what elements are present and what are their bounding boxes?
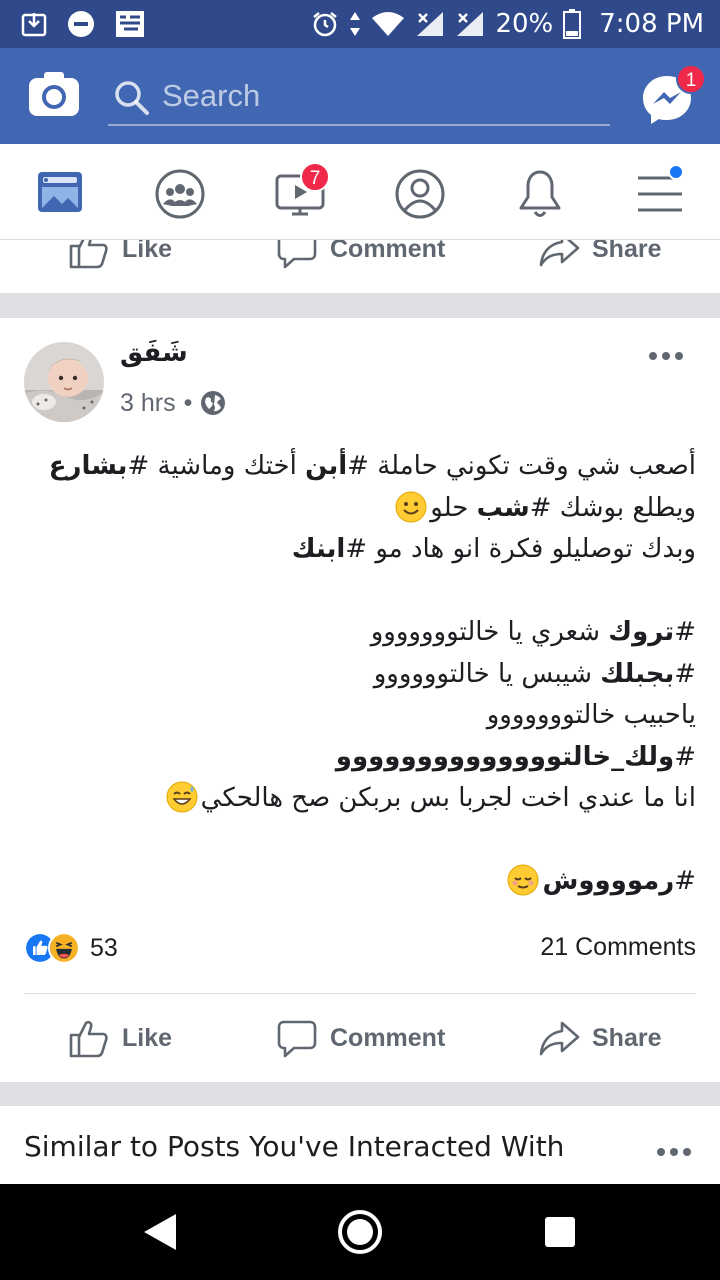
post-line-9: انا ما عندي اخت لجربا بس بربكن صح هالحكي <box>24 778 696 820</box>
more-options-icon[interactable] <box>656 1142 692 1162</box>
image-notification-icon <box>116 11 144 37</box>
text-segment: # <box>674 617 696 647</box>
post-line-8: #ولك_خالتوووووووووووووو <box>24 737 696 779</box>
tab-menu[interactable] <box>630 164 690 224</box>
text-segment: شعري يا خالتووووووو <box>370 617 609 647</box>
relieved-face-emoji-icon <box>507 864 539 896</box>
text-segment: شيبس يا خالتوووووو <box>373 658 601 689</box>
text-segment: أصعب شي وقت تكوني حاملة # <box>347 451 696 481</box>
tab-groups[interactable] <box>150 164 210 224</box>
post-meta: 3 hrs • <box>120 388 226 418</box>
comments-count[interactable]: 21 Comments <box>540 933 696 962</box>
more-options-icon[interactable] <box>648 346 684 366</box>
signal-icon <box>417 12 444 36</box>
like-button[interactable]: Like <box>68 994 172 1082</box>
status-system-icons: 20% 7:08 PM <box>311 8 704 40</box>
clock: 7:08 PM <box>599 9 704 39</box>
author-name[interactable]: شَفَق <box>120 338 188 368</box>
watch-badge: 7 <box>300 162 330 192</box>
alarm-icon <box>313 12 338 37</box>
like-icon <box>69 1020 108 1058</box>
smiling-face-emoji-icon <box>395 491 427 522</box>
baby-avatar-image <box>24 342 104 422</box>
post-line-5: #تروك شعري يا خالتووووووو <box>24 612 696 654</box>
post-action-row: Like Comment Share <box>0 994 720 1082</box>
post-line-6: #بجبلك شيبس يا خالتوووووو <box>24 654 696 696</box>
hashtag[interactable]: بجبلك <box>600 659 674 689</box>
menu-notification-dot <box>668 164 684 180</box>
groups-icon <box>155 169 205 219</box>
globe-icon <box>201 391 226 415</box>
app-header: 1 <box>0 48 720 144</box>
signal-icon-2 <box>457 12 484 36</box>
haha-reaction-icon <box>48 932 80 964</box>
messenger-badge: 1 <box>676 64 706 94</box>
grinning-sweat-emoji-icon <box>166 781 198 813</box>
post-card: شَفَق 3 hrs • أصعب شي وقت تكوني حاملة #أ… <box>0 318 720 1082</box>
data-transfer-icon <box>350 12 361 36</box>
post-line-7: ياحبيب خالتووووووو <box>486 700 696 730</box>
battery-percent: 20% <box>495 9 554 39</box>
comment-button[interactable]: Comment <box>276 994 445 1082</box>
status-bar: 20% 7:08 PM <box>0 0 720 48</box>
search-bar[interactable] <box>108 68 610 126</box>
hashtag[interactable]: تروك <box>608 617 674 647</box>
system-navigation-bar <box>0 1184 720 1280</box>
post-line-11: #رمووووش <box>24 861 696 903</box>
post-blank-line-2 <box>24 820 696 862</box>
messenger-button[interactable]: 1 <box>640 64 706 126</box>
meta-separator: • <box>183 388 193 417</box>
post-line-1: أصعب شي وقت تكوني حاملة #أبن أختك وماشية… <box>24 446 696 488</box>
back-icon[interactable] <box>136 1208 184 1256</box>
share-label: Share <box>592 1023 662 1052</box>
post-body: أصعب شي وقت تكوني حاملة #أبن أختك وماشية… <box>24 446 696 903</box>
search-input[interactable] <box>162 76 592 116</box>
hashtag[interactable]: ولك_خالتوووووووووووووو <box>336 742 674 772</box>
tab-bar: 7 <box>0 144 720 240</box>
similar-posts-section: Similar to Posts You've Interacted With <box>0 1106 720 1186</box>
reaction-count: 53 <box>90 933 118 962</box>
share-icon <box>539 1021 580 1056</box>
post-time[interactable]: 3 hrs <box>120 389 176 418</box>
hashtag[interactable]: ابنك <box>292 534 346 564</box>
profile-icon <box>395 169 445 219</box>
tab-watch[interactable]: 7 <box>270 162 330 224</box>
news-feed-icon <box>38 172 82 212</box>
hashtag[interactable]: أبن <box>305 451 347 481</box>
text-segment: # <box>674 741 696 772</box>
hashtag[interactable]: بشارع <box>49 451 128 481</box>
like-label: Like <box>122 1023 173 1052</box>
download-icon <box>21 13 47 37</box>
hashtag[interactable]: شب <box>477 493 530 523</box>
text-segment: أختك وماشية # <box>127 451 306 481</box>
tab-notifications[interactable] <box>510 164 570 224</box>
text-segment: ويطلع بوشك # <box>529 492 696 523</box>
author-avatar[interactable] <box>24 342 104 422</box>
bell-icon <box>519 170 561 217</box>
tab-profile[interactable] <box>390 164 450 224</box>
text-segment: وبدك توصليلو فكرة انو هاد مو # <box>345 534 696 564</box>
text-segment: # <box>674 658 696 689</box>
hashtag[interactable]: رمووووش <box>542 866 674 896</box>
text-segment: انا ما عندي اخت لجربا بس بربكن صح هالحكي <box>200 783 696 813</box>
status-notifications <box>20 8 146 40</box>
post-line-2: ويطلع بوشك #شب حلو <box>24 488 696 530</box>
text-segment: # <box>674 866 696 896</box>
search-icon <box>115 81 149 115</box>
post-line-3: وبدك توصليلو فكرة انو هاد مو #ابنك <box>24 529 696 571</box>
recent-apps-icon[interactable] <box>536 1208 584 1256</box>
share-button[interactable]: Share <box>538 994 661 1082</box>
comment-icon <box>277 1020 317 1058</box>
battery-icon <box>563 9 582 39</box>
similar-posts-title: Similar to Posts You've Interacted With <box>24 1130 565 1163</box>
camera-icon[interactable] <box>28 70 80 118</box>
comment-label: Comment <box>330 1023 446 1052</box>
text-segment: حلو <box>430 492 477 523</box>
tab-news-feed[interactable] <box>30 164 90 224</box>
home-icon[interactable] <box>336 1208 384 1256</box>
do-not-disturb-icon <box>68 11 94 37</box>
reactions-summary[interactable]: 53 <box>24 930 118 966</box>
wifi-icon <box>372 12 405 36</box>
